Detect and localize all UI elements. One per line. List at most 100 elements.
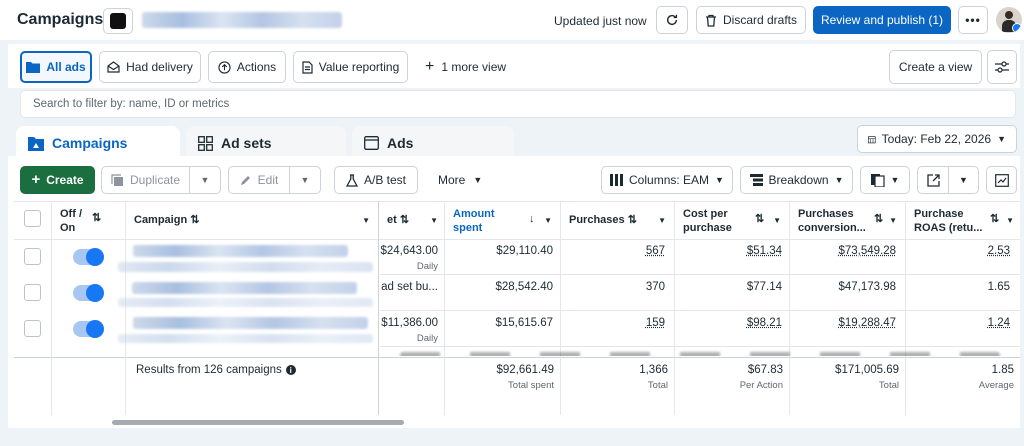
create-view-label: Create a view — [898, 60, 973, 74]
view-label: Had delivery — [126, 60, 193, 74]
header-campaign[interactable]: Campaign ⇅ ▼ — [126, 201, 378, 239]
total-amount: $92,661.49 — [496, 364, 554, 376]
header-cost-per-purchase[interactable]: Cost per purchase ⇅ ▼ — [675, 201, 789, 239]
calendar-icon — [868, 135, 876, 143]
row-border — [380, 346, 1020, 347]
header-purchases-conversion[interactable]: Purchases conversion... ⇅ ▼ — [790, 201, 905, 239]
caret-down-icon: ▼ — [1006, 216, 1014, 225]
total-roas: 1.85 — [991, 364, 1014, 376]
create-view-button[interactable]: Create a view — [889, 50, 982, 84]
cpp-cell: $77.14 — [746, 281, 782, 293]
ad-window-icon — [364, 136, 379, 150]
campaign-toggle[interactable] — [73, 284, 104, 302]
horizontal-scrollbar[interactable] — [112, 420, 404, 425]
page-title: Campaigns — [17, 11, 104, 28]
view-actions[interactable]: Actions — [208, 51, 286, 83]
header-label: Cost per purchase — [683, 208, 732, 234]
row-checkbox[interactable] — [24, 320, 41, 337]
breakdown-icon — [749, 174, 763, 186]
export-dropdown[interactable]: ▼ — [948, 166, 979, 194]
total-cpp-label: Per Action — [739, 380, 783, 391]
header-purchases[interactable]: Purchases ⇅ ▼ — [561, 201, 674, 239]
purchases-cell[interactable]: 159 — [561, 317, 665, 329]
campaign-name-redacted[interactable] — [133, 245, 348, 257]
caret-down-icon: ▼ — [430, 216, 438, 225]
header-amount-spent[interactable]: Amount spent ↓ ▼ — [445, 201, 560, 239]
header-budget[interactable]: et ⇅ ▼ — [379, 201, 444, 239]
reports-button[interactable]: ▼ — [860, 166, 910, 194]
sort-icon: ⇅ — [874, 213, 884, 225]
campaign-name-redacted — [118, 334, 373, 343]
caret-down-icon: ▼ — [362, 216, 370, 225]
duplicate-button[interactable]: Duplicate — [101, 166, 190, 194]
view-label: Actions — [236, 60, 277, 74]
search-input[interactable]: Search to filter by: name, ID or metrics — [20, 90, 1016, 118]
header-label: Off / On — [60, 208, 82, 234]
tab-label: Ad sets — [221, 135, 272, 151]
document-icon — [302, 60, 313, 74]
budget-cell: $24,643.00 — [380, 245, 438, 257]
account-avatar[interactable] — [103, 8, 133, 34]
select-all-checkbox[interactable] — [24, 210, 41, 227]
campaign-name-redacted[interactable] — [132, 282, 357, 294]
cpp-cell[interactable]: $98.21 — [675, 317, 782, 329]
refresh-button[interactable] — [656, 6, 688, 34]
more-options-button[interactable]: ••• — [958, 6, 988, 34]
export-button[interactable] — [917, 166, 949, 194]
tab-ad-sets[interactable]: Ad sets — [186, 126, 346, 160]
caret-down-icon: ▼ — [544, 216, 552, 225]
campaign-toggle[interactable] — [73, 320, 104, 338]
row-checkbox[interactable] — [24, 248, 41, 265]
tab-campaigns[interactable]: Campaigns — [16, 126, 180, 160]
totals-border — [14, 357, 1020, 358]
pcv-cell: $47,173.98 — [838, 281, 896, 293]
user-avatar[interactable] — [996, 7, 1022, 33]
create-button[interactable]: + Create — [20, 166, 95, 194]
caret-down-icon: ▼ — [300, 175, 310, 185]
caret-down-icon: ▼ — [473, 175, 483, 185]
caret-down-icon: ▼ — [997, 134, 1006, 144]
campaign-toggle[interactable] — [73, 248, 104, 266]
view-value-reporting[interactable]: Value reporting — [293, 51, 408, 83]
view-all-ads[interactable]: All ads — [20, 51, 92, 83]
total-purchases-label: Total — [647, 380, 668, 391]
discard-drafts-button[interactable]: Discard drafts — [696, 6, 806, 34]
chart-icon — [994, 173, 1009, 187]
duplicate-dropdown[interactable]: ▼ — [189, 166, 221, 194]
more-menu[interactable]: More ▼ — [438, 173, 482, 187]
tab-ads[interactable]: Ads — [352, 126, 514, 160]
sort-icon: ⇅ — [92, 212, 102, 224]
columns-button[interactable]: Columns: EAM ▼ — [601, 166, 733, 194]
edit-button[interactable]: Edit — [228, 166, 290, 194]
edit-dropdown[interactable]: ▼ — [289, 166, 321, 194]
columns-label: Columns: EAM — [629, 173, 710, 187]
info-icon[interactable]: i — [285, 365, 296, 375]
campaign-name-redacted[interactable] — [133, 317, 368, 329]
view-had-delivery[interactable]: Had delivery — [99, 51, 201, 83]
budget-cell: ad set bu... — [381, 281, 438, 293]
refresh-icon — [666, 14, 678, 26]
breakdown-button[interactable]: Breakdown ▼ — [740, 166, 853, 194]
total-amount-label: Total spent — [508, 380, 554, 391]
columns-icon — [610, 174, 624, 186]
purchases-cell[interactable]: 567 — [561, 245, 665, 257]
sort-icon: ⇅ — [399, 214, 410, 226]
cpp-cell[interactable]: $51.34 — [675, 245, 782, 257]
ab-test-button[interactable]: A/B test — [334, 166, 418, 194]
header-off-on[interactable]: Off / On ⇅ — [52, 201, 124, 239]
roas-cell[interactable]: 1.24 — [906, 317, 1010, 329]
view-settings-button[interactable] — [987, 50, 1017, 84]
hidden-row-fragment — [380, 350, 1020, 356]
row-border — [380, 310, 1020, 311]
pcv-cell[interactable]: $19,288.47 — [790, 317, 896, 329]
total-pcv: $171,005.69 — [835, 364, 899, 376]
row-checkbox[interactable] — [24, 284, 41, 301]
header-purchase-roas[interactable]: Purchase ROAS (retu... ⇅ ▼ — [906, 201, 1020, 239]
chart-toggle-button[interactable] — [986, 166, 1017, 194]
more-view-link[interactable]: + 1 more view — [425, 59, 506, 75]
roas-cell[interactable]: 2.53 — [906, 245, 1010, 257]
budget-cell: $11,386.00 — [381, 317, 438, 329]
date-range-picker[interactable]: Today: Feb 22, 2026 ▼ — [857, 125, 1017, 153]
pcv-cell[interactable]: $73,549.28 — [790, 245, 896, 257]
review-publish-button[interactable]: Review and publish (1) — [813, 6, 951, 34]
